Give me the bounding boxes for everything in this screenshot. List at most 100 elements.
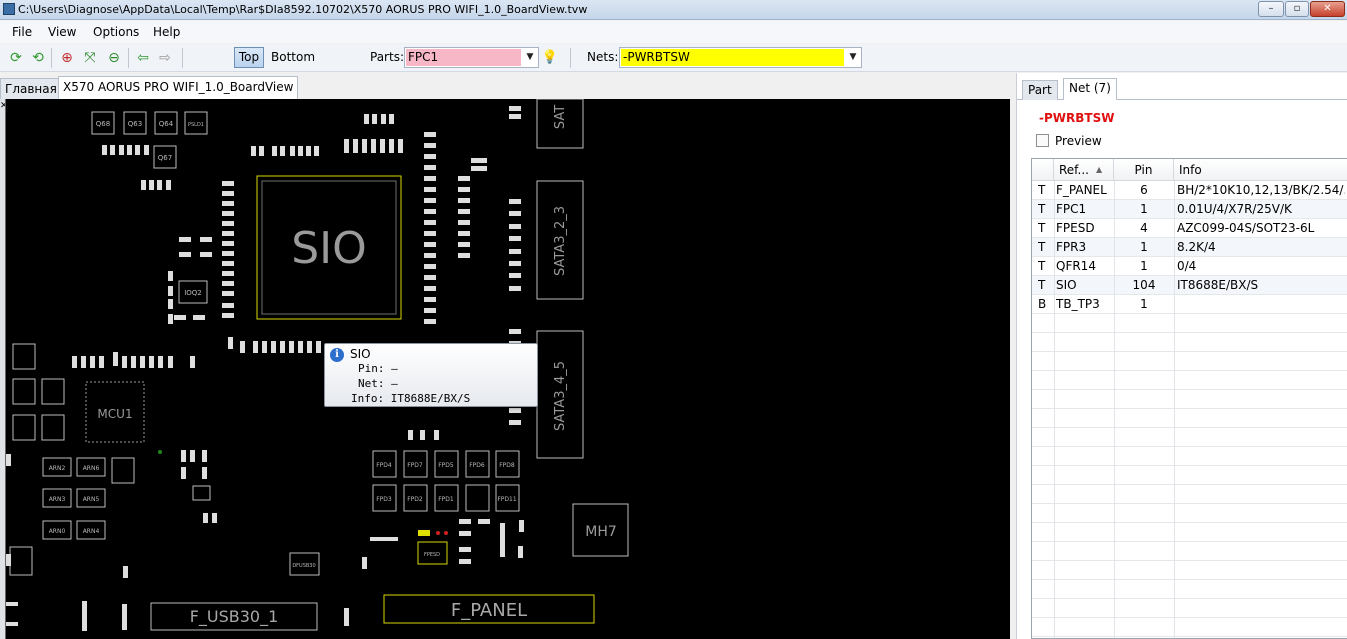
- row-ref: F_PANEL: [1056, 183, 1107, 197]
- chevron-down-icon[interactable]: ▼: [522, 48, 538, 67]
- row-pin: 1: [1140, 240, 1148, 254]
- document-tabs: Главная X570 AORUS PRO WIFI_1.0_BoardVie…: [0, 73, 1012, 99]
- f-panel-label: F_PANEL: [451, 600, 527, 621]
- right-panel: Part Net (7) -PWRBTSW Preview Ref... ▲ P…: [1016, 73, 1347, 639]
- table-row[interactable]: B TB_TP3 1: [1032, 295, 1347, 314]
- chevron-down-icon[interactable]: ▼: [845, 48, 861, 67]
- column-divider: [1114, 181, 1115, 638]
- nets-input[interactable]: -PWRBTSW: [621, 49, 844, 66]
- maximize-button[interactable]: ▫: [1285, 1, 1309, 17]
- row-side: T: [1038, 183, 1046, 197]
- part-label: FPD7: [407, 462, 423, 469]
- table-row[interactable]: T F_PANEL 6 BH/2*10K10,12,13/BK/2.54/...: [1032, 181, 1347, 200]
- column-divider: [1174, 181, 1175, 638]
- empty-row: [1032, 447, 1347, 466]
- empty-row: [1032, 333, 1347, 352]
- tab-boardview[interactable]: X570 AORUS PRO WIFI_1.0_BoardView: [58, 76, 299, 99]
- empty-row: [1032, 409, 1347, 428]
- row-ref: FPC1: [1056, 202, 1087, 216]
- part-label: FPD2: [407, 496, 423, 503]
- tooltip-info: Info: IT8688E/BX/S: [351, 392, 471, 405]
- menu-file[interactable]: File: [12, 25, 32, 39]
- part-label: Q63: [128, 120, 142, 128]
- minimize-button[interactable]: –: [1258, 1, 1284, 17]
- nets-combo[interactable]: -PWRBTSW ▼: [619, 47, 862, 68]
- row-ref: FPESD: [1056, 221, 1095, 235]
- net-name-heading: -PWRBTSW: [1039, 111, 1115, 125]
- part-label: DFUSB30: [292, 563, 315, 569]
- toolbar-separator: [570, 48, 571, 68]
- sort-up-icon: ▲: [1096, 165, 1103, 174]
- zoom-out-icon[interactable]: ⊖: [105, 49, 123, 67]
- part-label: FPD6: [469, 462, 485, 469]
- table-header-side[interactable]: [1032, 159, 1054, 181]
- row-pin: 104: [1132, 278, 1156, 292]
- row-pin: 1: [1140, 259, 1148, 273]
- row-info: IT8688E/BX/S: [1177, 278, 1259, 292]
- parts-combo[interactable]: FPC1 ▼: [404, 47, 539, 68]
- sio-label: SIO: [291, 223, 367, 274]
- empty-row: [1032, 542, 1347, 561]
- part-label: PSLD1: [188, 122, 204, 128]
- toolbar-separator: [128, 48, 129, 68]
- empty-row: [1032, 428, 1347, 447]
- tab-net[interactable]: Net (7): [1063, 78, 1117, 100]
- row-side: T: [1038, 202, 1046, 216]
- row-ref: QFR14: [1056, 259, 1096, 273]
- bottom-side-button[interactable]: Bottom: [271, 50, 315, 64]
- part-label: ARN2: [49, 465, 66, 472]
- refresh-alt-icon[interactable]: ⟲: [29, 49, 47, 67]
- row-side: B: [1038, 297, 1047, 311]
- menu-bar: File View Options Help: [0, 21, 1347, 43]
- parts-label: Parts:: [370, 50, 404, 64]
- row-ref: TB_TP3: [1056, 297, 1100, 311]
- empty-row: [1032, 561, 1347, 580]
- refresh-icon[interactable]: ⟳: [7, 49, 25, 67]
- sata45-label: SATA3_4_5: [553, 361, 568, 431]
- empty-row: [1032, 314, 1347, 333]
- table-header-ref[interactable]: Ref... ▲: [1054, 159, 1114, 181]
- fit-icon[interactable]: ⤧: [81, 49, 99, 67]
- forward-arrow-icon[interactable]: ⇨: [156, 49, 174, 67]
- part-label: ARN3: [49, 496, 66, 503]
- top-side-button[interactable]: Top: [234, 47, 264, 68]
- menu-options[interactable]: Options: [93, 25, 139, 39]
- tab-main[interactable]: Главная: [0, 78, 62, 99]
- part-label: ARN6: [83, 465, 100, 472]
- row-info: AZC099-04S/SOT23-6L: [1177, 221, 1315, 235]
- preview-checkbox[interactable]: [1036, 134, 1049, 147]
- table-row[interactable]: T QFR14 1 0/4: [1032, 257, 1347, 276]
- empty-row: [1032, 371, 1347, 390]
- row-pin: 1: [1140, 297, 1148, 311]
- back-arrow-icon[interactable]: ⇦: [134, 49, 152, 67]
- table-row[interactable]: T SIO 104 IT8688E/BX/S: [1032, 276, 1347, 295]
- empty-row: [1032, 599, 1347, 618]
- toolbar-separator: [51, 48, 52, 68]
- title-bar: C:\Users\Diagnose\AppData\Local\Temp\Rar…: [0, 0, 1347, 20]
- row-side: T: [1038, 240, 1046, 254]
- table-row[interactable]: T FPR3 1 8.2K/4: [1032, 238, 1347, 257]
- row-info: 8.2K/4: [1177, 240, 1216, 254]
- parts-input[interactable]: FPC1: [406, 49, 521, 66]
- zoom-in-icon[interactable]: ⊕: [58, 49, 76, 67]
- mh7-label: MH7: [585, 524, 617, 540]
- part-label: Q64: [159, 120, 174, 128]
- table-header-pin[interactable]: Pin: [1114, 159, 1174, 181]
- row-side: T: [1038, 259, 1046, 273]
- table-row[interactable]: T FPC1 1 0.01U/4/X7R/25V/K: [1032, 200, 1347, 219]
- tab-part[interactable]: Part: [1022, 80, 1058, 100]
- tooltip-title: SIO: [350, 347, 371, 361]
- column-divider: [1054, 181, 1055, 638]
- mcu-label: MCU1: [97, 407, 132, 421]
- part-label: ARN0: [49, 528, 66, 535]
- menu-view[interactable]: View: [48, 25, 76, 39]
- row-info: BH/2*10K10,12,13/BK/2.54/...: [1177, 183, 1345, 197]
- menu-help[interactable]: Help: [153, 25, 180, 39]
- table-row[interactable]: T FPESD 4 AZC099-04S/SOT23-6L: [1032, 219, 1347, 238]
- bulb-icon[interactable]: 💡: [541, 49, 559, 67]
- info-icon: i: [330, 348, 344, 362]
- table-header-info[interactable]: Info: [1174, 159, 1347, 181]
- row-info: [1177, 295, 1345, 314]
- toolbar: ⟳ ⟲ ⊕ ⤧ ⊖ ⇦ ⇨ Top Bottom Parts: FPC1 ▼ 💡…: [0, 44, 1347, 72]
- close-button[interactable]: ✕: [1310, 1, 1345, 17]
